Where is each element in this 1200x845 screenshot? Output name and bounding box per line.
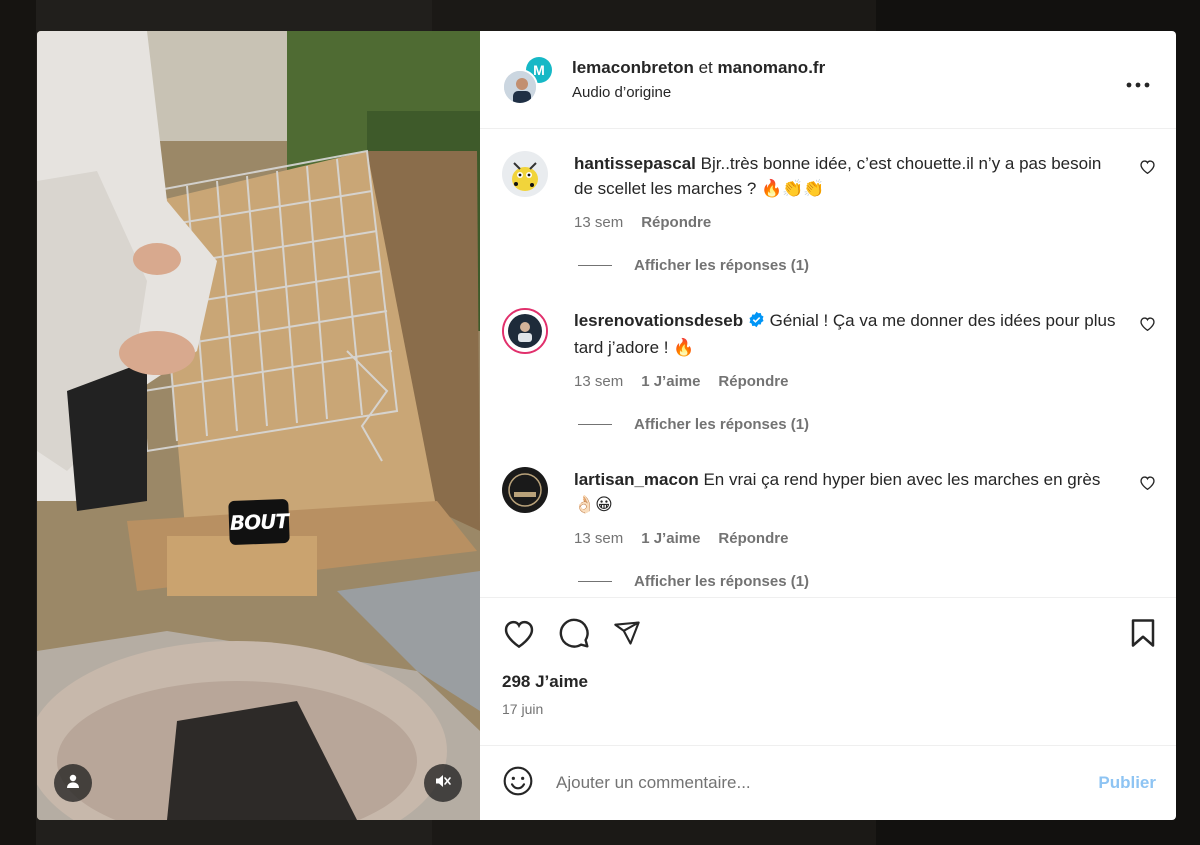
comment-username[interactable]: hantissepascal: [574, 154, 696, 173]
comment-avatar[interactable]: [502, 467, 548, 513]
comment-item: hantissepascal Bjr..très bonne idée, c’e…: [480, 151, 1176, 278]
post-actions-area: 298 J’aime 17 juin: [480, 597, 1176, 745]
view-replies-label: Afficher les réponses (1): [634, 573, 810, 590]
add-comment-bar: Publier: [480, 745, 1176, 820]
emoji-icon[interactable]: [502, 765, 534, 802]
tagged-users-button[interactable]: [54, 764, 92, 802]
heart-icon: [1139, 317, 1156, 335]
author-link-1[interactable]: lemaconbreton: [572, 58, 694, 77]
publish-button[interactable]: Publier: [1098, 773, 1156, 793]
author-link-2[interactable]: manomano.fr: [718, 58, 826, 77]
view-replies-button[interactable]: Afficher les réponses (1): [574, 253, 1116, 278]
comment-input[interactable]: [556, 773, 1099, 793]
verified-icon: [748, 310, 765, 335]
heart-icon: [1139, 476, 1156, 494]
authors-joiner: et: [698, 58, 713, 77]
audio-link[interactable]: Audio d’origine: [572, 84, 825, 101]
mute-toggle-button[interactable]: [424, 764, 462, 802]
share-icon[interactable]: [612, 619, 642, 652]
comments-list[interactable]: hantissepascal Bjr..très bonne idée, c’e…: [480, 129, 1176, 597]
comment-like-button[interactable]: [1139, 475, 1156, 495]
comment-age[interactable]: 13 sem: [574, 373, 623, 390]
collab-avatars[interactable]: M: [502, 55, 552, 105]
view-replies-label: Afficher les réponses (1): [634, 257, 810, 274]
more-icon: [1126, 71, 1150, 93]
view-replies-button[interactable]: Afficher les réponses (1): [574, 569, 1116, 594]
comment-meta: 13 sem 1 J’aime Répondre: [574, 530, 1116, 547]
replies-divider: [578, 581, 612, 582]
post-header: M lemaconbreton et manomano.fr Audio d’o…: [480, 31, 1176, 129]
post-authors: lemaconbreton et manomano.fr: [572, 58, 825, 78]
comment-age[interactable]: 13 sem: [574, 214, 623, 231]
heart-icon: [1139, 160, 1156, 178]
view-replies-label: Afficher les réponses (1): [634, 416, 810, 433]
more-options-button[interactable]: [1126, 71, 1150, 94]
action-bar: [502, 598, 1156, 672]
post-side-panel: M lemaconbreton et manomano.fr Audio d’o…: [480, 31, 1176, 820]
bookmark-icon[interactable]: [1130, 618, 1156, 653]
mute-icon: [434, 772, 452, 795]
comment-age[interactable]: 13 sem: [574, 530, 623, 547]
comment-likes-count[interactable]: 1 J’aime: [641, 373, 700, 390]
post-media[interactable]: BOUT: [37, 31, 480, 820]
comment-text: hantissepascal Bjr..très bonne idée, c’e…: [574, 151, 1116, 201]
comment-avatar[interactable]: [502, 308, 548, 354]
reply-button[interactable]: Répondre: [718, 530, 788, 547]
comment-like-button[interactable]: [1139, 316, 1156, 336]
comment-text: lartisan_macon En vrai ça rend hyper bie…: [574, 467, 1116, 517]
post-likes-count[interactable]: 298 J’aime: [502, 672, 1156, 692]
reply-button[interactable]: Répondre: [718, 373, 788, 390]
comment-avatar[interactable]: [502, 151, 548, 197]
comment-item: lartisan_macon En vrai ça rend hyper bie…: [480, 467, 1176, 594]
comment-username[interactable]: lesrenovationsdeseb: [574, 311, 743, 330]
comment-meta: 13 sem 1 J’aime Répondre: [574, 373, 1116, 390]
comment-username[interactable]: lartisan_macon: [574, 470, 699, 489]
user-icon: [65, 773, 81, 794]
comment-like-button[interactable]: [1139, 159, 1156, 179]
replies-divider: [578, 265, 612, 266]
comment-icon[interactable]: [558, 617, 590, 654]
post-modal: BOUT M lemaconbreton et manomano.fr Audi…: [37, 31, 1176, 820]
reply-button[interactable]: Répondre: [641, 214, 711, 231]
view-replies-button[interactable]: Afficher les réponses (1): [574, 412, 1116, 437]
heart-icon[interactable]: [502, 618, 536, 653]
video-frame: [37, 31, 480, 820]
comment-text: lesrenovationsdeseb Génial ! Ça va me do…: [574, 308, 1116, 360]
comment-item: lesrenovationsdeseb Génial ! Ça va me do…: [480, 308, 1176, 437]
comment-meta: 13 sem Répondre: [574, 214, 1116, 231]
comment-likes-count[interactable]: 1 J’aime: [641, 530, 700, 547]
bout-sticker: BOUT: [228, 498, 290, 546]
replies-divider: [578, 424, 612, 425]
lemaconbreton-avatar[interactable]: [502, 68, 538, 105]
post-date[interactable]: 17 juin: [502, 701, 1156, 717]
